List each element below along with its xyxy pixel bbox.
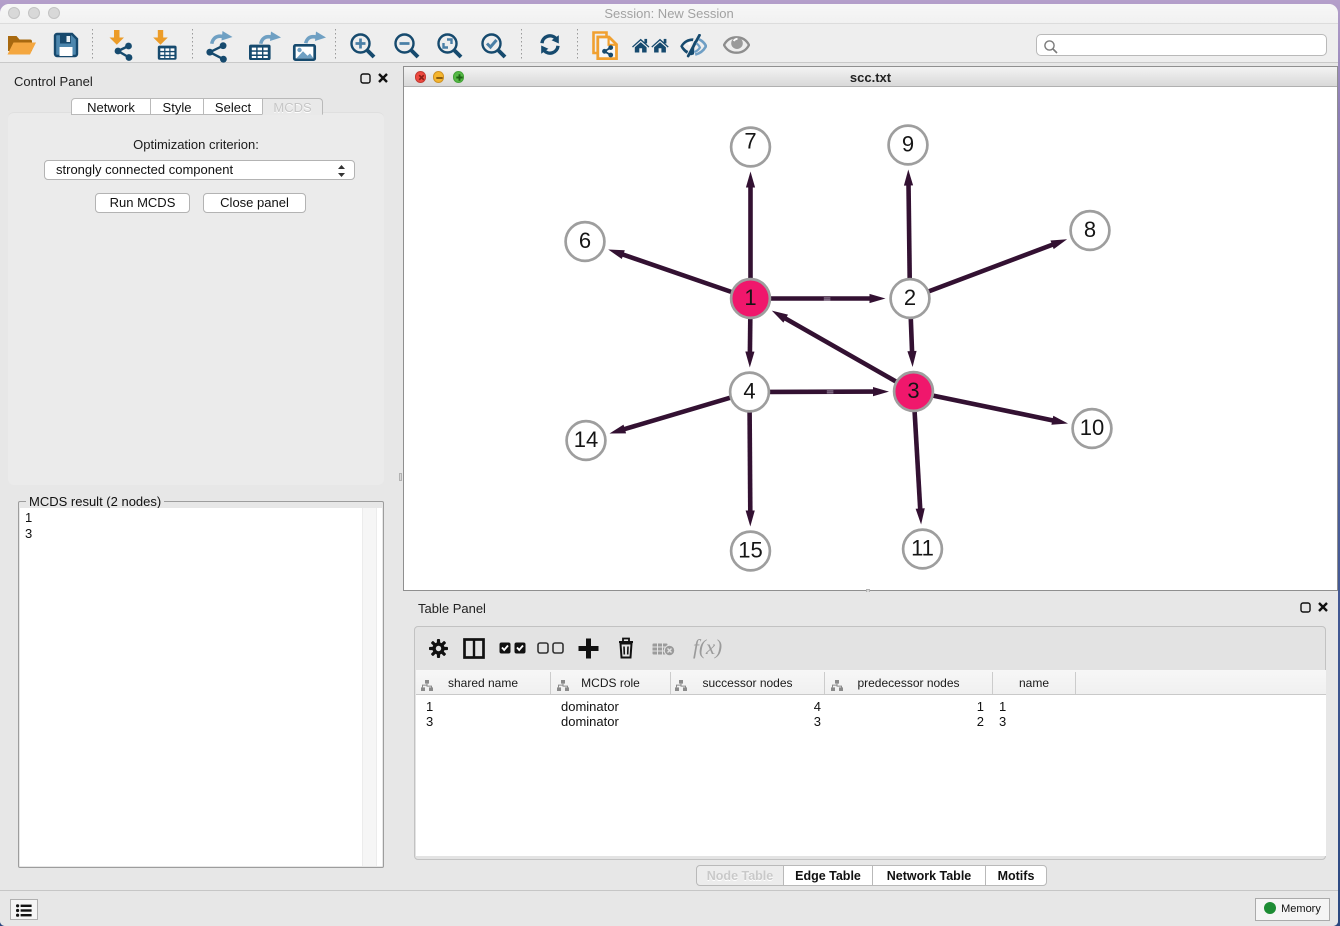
svg-text:14: 14: [574, 427, 598, 452]
svg-text:2: 2: [904, 285, 916, 310]
svg-text:11: 11: [911, 536, 934, 561]
svg-text:4: 4: [743, 379, 755, 404]
svg-text:9: 9: [902, 132, 914, 157]
svg-text:7: 7: [744, 129, 756, 154]
svg-text:8: 8: [1084, 217, 1096, 242]
svg-text:3: 3: [907, 378, 919, 403]
svg-text:10: 10: [1080, 415, 1104, 440]
svg-text:6: 6: [579, 228, 591, 253]
svg-text:15: 15: [738, 538, 762, 563]
svg-text:1: 1: [744, 285, 756, 310]
